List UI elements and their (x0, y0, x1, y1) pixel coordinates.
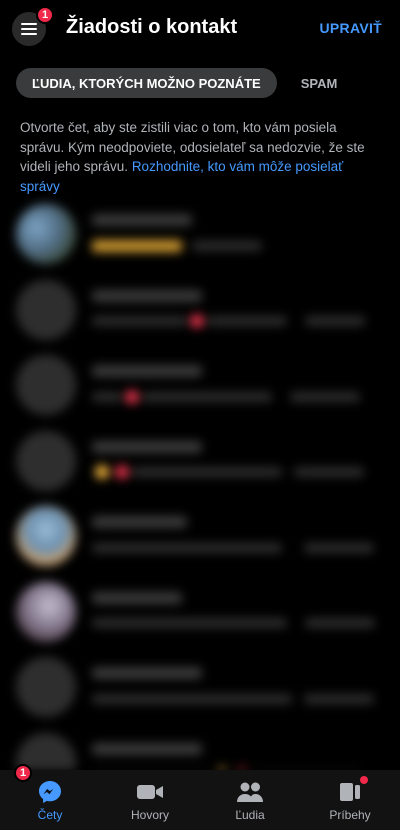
blurred-name (92, 516, 187, 528)
list-item[interactable] (0, 500, 400, 576)
avatar (16, 355, 76, 415)
nav-stories[interactable]: Príbehy (300, 770, 400, 830)
menu-button[interactable]: 1 (12, 6, 54, 46)
blurred-preview (92, 691, 382, 705)
avatar (16, 430, 76, 491)
people-icon (236, 778, 264, 806)
blurred-preview (92, 238, 382, 252)
header: 1 Žiadosti o kontakt UPRAVIŤ (0, 0, 400, 56)
bottom-nav: 1 Čety Hovory Ľudia Príbehy (0, 764, 400, 830)
info-text: Otvorte čet, aby ste zistili viac o tom,… (20, 118, 380, 196)
blurred-preview (92, 314, 382, 329)
avatar (16, 657, 76, 717)
list-item[interactable] (0, 274, 400, 350)
avatar (16, 581, 76, 642)
request-list (0, 198, 400, 770)
blurred-name (92, 591, 182, 604)
stories-notification-dot (360, 776, 368, 784)
nav-calls[interactable]: Hovory (100, 770, 200, 830)
nav-chats-label: Čety (37, 808, 63, 822)
list-item[interactable] (0, 576, 400, 652)
tab-spam[interactable]: SPAM (301, 76, 338, 91)
blurred-name (92, 365, 202, 377)
chats-badge: 1 (14, 764, 32, 782)
avatar (16, 204, 76, 264)
chat-bubble-icon (36, 778, 64, 806)
avatar (16, 506, 76, 566)
nav-people-label: Ľudia (235, 808, 265, 822)
blurred-preview (92, 389, 382, 404)
list-item[interactable] (0, 198, 400, 274)
video-camera-icon (136, 778, 164, 806)
blurred-name (92, 289, 202, 302)
list-item[interactable] (0, 425, 400, 501)
nav-chats[interactable]: 1 Čety (0, 764, 100, 830)
tab-people-you-may-know[interactable]: ĽUDIA, KTORÝCH MOŽNO POZNÁTE (16, 68, 277, 98)
nav-people[interactable]: Ľudia (200, 770, 300, 830)
blurred-preview (92, 616, 382, 630)
request-tabs: ĽUDIA, KTORÝCH MOŽNO POZNÁTE SPAM (16, 68, 337, 98)
page-title: Žiadosti o kontakt (66, 16, 238, 38)
avatar (16, 279, 76, 340)
nav-stories-label: Príbehy (329, 808, 371, 822)
hamburger-icon (21, 23, 37, 35)
blurred-name (92, 667, 202, 679)
nav-calls-label: Hovory (130, 808, 169, 822)
edit-button[interactable]: UPRAVIŤ (319, 20, 382, 36)
blurred-preview (92, 540, 382, 554)
blurred-name (92, 440, 202, 453)
menu-badge: 1 (36, 6, 54, 24)
blurred-name (92, 742, 202, 755)
blurred-preview (92, 465, 382, 480)
list-item[interactable] (0, 651, 400, 727)
list-item[interactable] (0, 727, 400, 770)
list-item[interactable] (0, 349, 400, 425)
blurred-name (92, 214, 192, 226)
stories-icon (336, 776, 368, 806)
